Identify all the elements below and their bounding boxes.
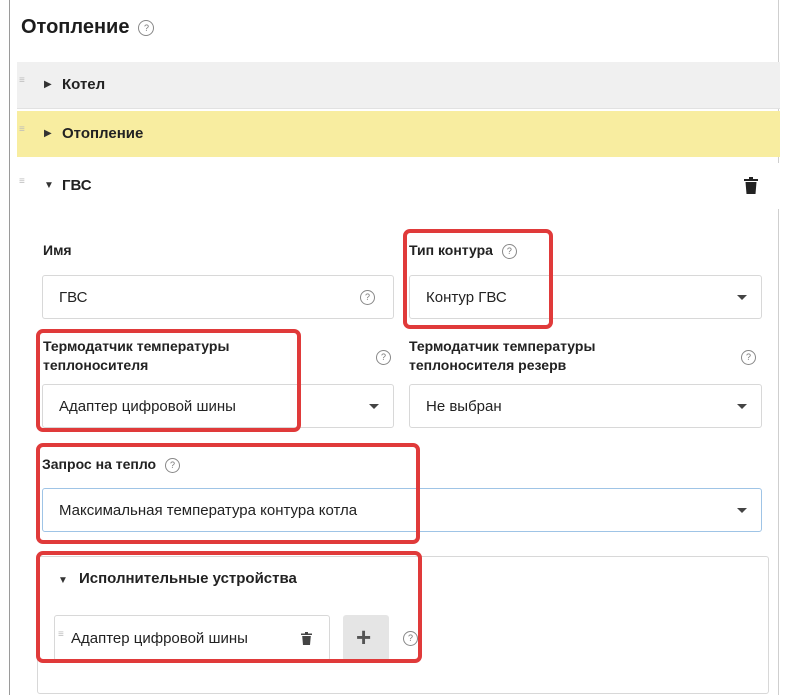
chevron-down-icon [369, 404, 379, 409]
sensor-reserve-label: Термодатчик температуры теплоносителя ре… [409, 337, 595, 375]
drag-handle-icon[interactable]: ≡ [19, 125, 25, 135]
section-boiler-label: Котел [62, 76, 106, 93]
trash-icon[interactable] [744, 177, 758, 199]
window-left-border [9, 0, 10, 695]
sensor-reserve-label-line2: теплоносителя резерв [409, 357, 567, 373]
caret-down-icon[interactable]: ▼ [44, 180, 54, 191]
drag-handle-icon[interactable]: ≡ [19, 177, 25, 187]
caret-right-icon[interactable]: ▶ [44, 128, 52, 139]
section-hot-water[interactable]: ≡ ▼ ГВС [17, 163, 780, 209]
chevron-down-icon [737, 404, 747, 409]
name-input[interactable]: ГВС ? [42, 275, 394, 319]
help-icon[interactable]: ? [360, 290, 375, 305]
name-input-value: ГВС [59, 289, 88, 306]
page-title: Отопление? [21, 16, 155, 39]
chevron-down-icon [737, 295, 747, 300]
help-icon[interactable]: ? [741, 350, 756, 365]
help-icon[interactable]: ? [376, 350, 391, 365]
section-boiler[interactable]: ≡ ▶ Котел [17, 62, 780, 109]
highlight-sensor [36, 329, 301, 432]
sensor-reserve-label-line1: Термодатчик температуры [409, 338, 596, 354]
sensor-reserve-select[interactable]: Не выбран [409, 384, 762, 428]
caret-right-icon[interactable]: ▶ [44, 79, 52, 90]
drag-handle-icon[interactable]: ≡ [19, 76, 25, 86]
section-heating[interactable]: ≡ ▶ Отопление [17, 111, 780, 157]
highlight-circuit-type [403, 229, 553, 329]
sensor-reserve-value: Не выбран [426, 398, 502, 415]
name-label: Имя [43, 242, 72, 258]
page-title-text: Отопление [21, 16, 130, 38]
highlight-devices [36, 551, 422, 663]
section-heating-label: Отопление [62, 125, 144, 142]
chevron-down-icon [737, 508, 747, 513]
help-icon[interactable]: ? [138, 19, 155, 36]
section-hot-water-label: ГВС [62, 177, 92, 194]
highlight-heat-request [36, 443, 420, 544]
